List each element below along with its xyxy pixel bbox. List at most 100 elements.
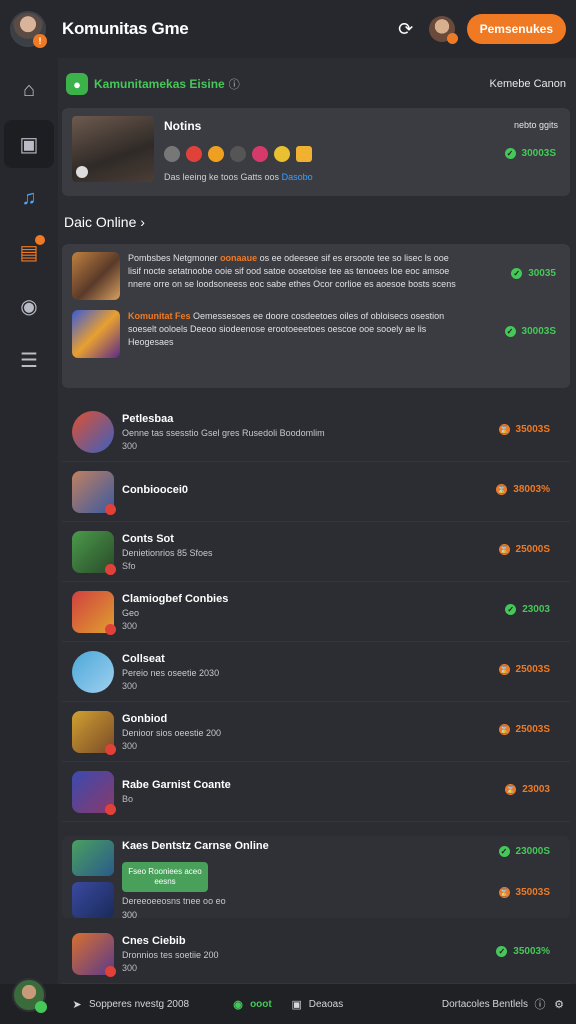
item-desc: Geo — [122, 607, 140, 618]
top-bar: ! Komunitas Gme ⟳ Pemsenukes — [0, 0, 576, 58]
clock-icon: ⌛ — [498, 664, 510, 675]
status-dot — [446, 33, 458, 44]
ticket-icon — [296, 146, 312, 162]
item-extra: 300 — [122, 620, 138, 631]
doc-icon: ▣ — [291, 998, 302, 1011]
online-dot — [35, 1001, 47, 1013]
bottom-card-desc: Dereeoeeosns tnee oo eo — [122, 896, 226, 906]
section-right-link[interactable]: Kemebe Canon — [490, 78, 566, 90]
list-item[interactable]: Cnes Ciebib Dronnios tes soetiie 200 300… — [62, 924, 570, 984]
corner-badge — [105, 623, 116, 635]
profile-avatar[interactable] — [428, 16, 458, 44]
bottom-card-tag[interactable]: Fseo Rooniees aceo eesns — [122, 862, 208, 892]
bottom-card-title: Kaes Dentstz Carnse Online — [122, 840, 269, 852]
corner-badge — [105, 503, 116, 515]
bottom-score-1: ✓ 23000S — [498, 846, 550, 857]
primary-cta-button[interactable]: Pemsenukes — [466, 14, 566, 44]
check-icon: ✓ — [504, 326, 516, 337]
star-icon — [274, 146, 290, 162]
clock-icon: ⌛ — [498, 724, 510, 735]
featured-icon-row — [164, 146, 560, 162]
player-icon — [230, 146, 246, 162]
footer-status[interactable]: ◉ ooot — [231, 997, 271, 1011]
item-desc: Pereio nes oseetie 2030 — [122, 667, 220, 678]
footer-support[interactable]: ➤ Sopperes nvestg 2008 — [70, 997, 189, 1011]
list-item[interactable]: Rabe Garnist Coante Bo ⌛ 23003 — [62, 762, 570, 822]
game-list: Petlesbaa Oenne tas ssesstio Gsel gres Ru… — [62, 402, 570, 822]
item-name: Collseat — [122, 652, 165, 665]
section-header: ● Kamunitamekas Eisine ⓘ Kemebe Canon — [62, 60, 570, 108]
game-thumbnail — [72, 710, 116, 755]
list-item[interactable]: Gonbiod Denioor sios oeestie 200 300 ⌛ 25003… — [62, 702, 570, 762]
game-thumbnail — [72, 470, 116, 515]
item-score: ✓ 35003% — [496, 946, 550, 957]
sidebar: ⌂ ▣ ♫ ▤ ◉ ☰ — [0, 58, 58, 984]
check-icon: ✓ — [505, 604, 517, 615]
online-item[interactable]: Pombsbes Netgmoner oonaaue os ee odeesee… — [72, 252, 560, 300]
item-score: ⌛ 25003S — [498, 664, 550, 675]
sidebar-item-music[interactable]: ♫ — [4, 174, 54, 222]
game-thumbnail — [72, 882, 114, 918]
list-item[interactable]: Conbioocei0 ⌛ 38003% — [62, 462, 570, 522]
stop-icon: ▣ — [19, 133, 39, 156]
game-thumbnail — [72, 770, 116, 815]
item-name: Cnes Ciebib — [122, 934, 186, 947]
item-extra: Sfo — [122, 560, 136, 571]
online-heading[interactable]: Daic Online › — [64, 214, 570, 230]
item-name: Conbioocei0 — [122, 484, 189, 496]
online-item[interactable]: Komunitat Fes Oemessesoes ee doore cosde… — [72, 310, 560, 358]
item-score: ⌛ 35003S — [498, 424, 550, 435]
sidebar-item-stack[interactable]: ☰ — [4, 336, 54, 384]
item-name: Conts Sot — [122, 532, 174, 545]
sidebar-item-chat[interactable]: ▤ — [4, 228, 54, 276]
gamepad-icon: ◉ — [233, 998, 243, 1011]
bottom-card[interactable]: Kaes Dentstz Carnse Online Fseo Rooniees… — [62, 836, 570, 920]
game-thumbnail — [72, 840, 114, 876]
game-thumbnail — [72, 310, 120, 358]
item-name: Petlesbaa — [122, 412, 174, 425]
featured-meta: nebto ggits — [513, 120, 558, 130]
player-icon — [164, 146, 180, 162]
footer-docs[interactable]: ▣ Deaoas — [290, 997, 344, 1011]
item-desc: Oenne tas ssesstio Gsel gres Rusedoli Bo… — [122, 427, 325, 438]
item-extra: 300 — [122, 962, 138, 973]
sidebar-item-home[interactable]: ⌂ — [4, 66, 54, 114]
check-icon: ✓ — [496, 946, 508, 957]
featured-card[interactable]: Notins Das leeing ke toos Gatts oos Daso… — [62, 108, 570, 196]
sidebar-item-shirt[interactable]: ◉ — [4, 282, 54, 330]
clock-icon: ⌛ — [498, 887, 510, 898]
list-item[interactable]: Conts Sot Denietionrios 85 Sfoes Sfo ⌛ 25000… — [62, 522, 570, 582]
item-extra: Bo — [122, 794, 134, 804]
music-icon: ♫ — [21, 186, 37, 209]
item-score: ⌛ 25003S — [498, 724, 550, 735]
list-item[interactable]: Clamiogbef Conbies Geo 300 ✓ 23003 — [62, 582, 570, 642]
bottom-score-2: ⌛ 35003S — [498, 887, 550, 898]
game-thumbnail — [72, 590, 116, 635]
featured-link[interactable]: Dasobo — [282, 172, 313, 182]
game-icon: ● — [66, 73, 88, 95]
corner-badge — [105, 965, 116, 977]
item-name: Clamiogbef Conbies — [122, 592, 229, 605]
check-icon: ✓ — [511, 268, 523, 279]
item-extra: 300 — [122, 680, 138, 691]
list-item[interactable]: Collseat Pereio nes oseetie 2030 300 ⌛ 25003… — [62, 642, 570, 702]
send-icon: ➤ — [72, 998, 82, 1011]
bottom-card-extra: 300 — [122, 910, 138, 920]
footer-avatar[interactable] — [12, 978, 47, 1013]
list-item[interactable]: Petlesbaa Oenne tas ssesstio Gsel gres Ru… — [62, 402, 570, 462]
item-extra: 300 — [122, 440, 138, 451]
game-thumbnail — [72, 650, 114, 693]
info-icon[interactable]: ⓘ — [229, 76, 240, 92]
item-score: ⌛ 25000S — [498, 544, 550, 555]
help-icon: ⓘ — [534, 999, 546, 1011]
sidebar-item-stop[interactable]: ▣ — [4, 120, 54, 168]
item-name: Rabe Garnist Coante — [122, 779, 231, 791]
refresh-icon[interactable]: ⟳ — [395, 18, 417, 40]
user-avatar[interactable]: ! — [10, 11, 47, 48]
featured-image — [72, 116, 154, 182]
footer-contact[interactable]: Dortacoles Bentlels ⓘ ⚙ — [442, 997, 566, 1012]
online-item-text: Komunitat Fes Oemessesoes ee doore cosde… — [128, 311, 445, 347]
clock-icon: ⌛ — [498, 424, 510, 435]
app-title: Komunitas Gme — [62, 19, 189, 38]
game-thumbnail — [72, 410, 114, 453]
